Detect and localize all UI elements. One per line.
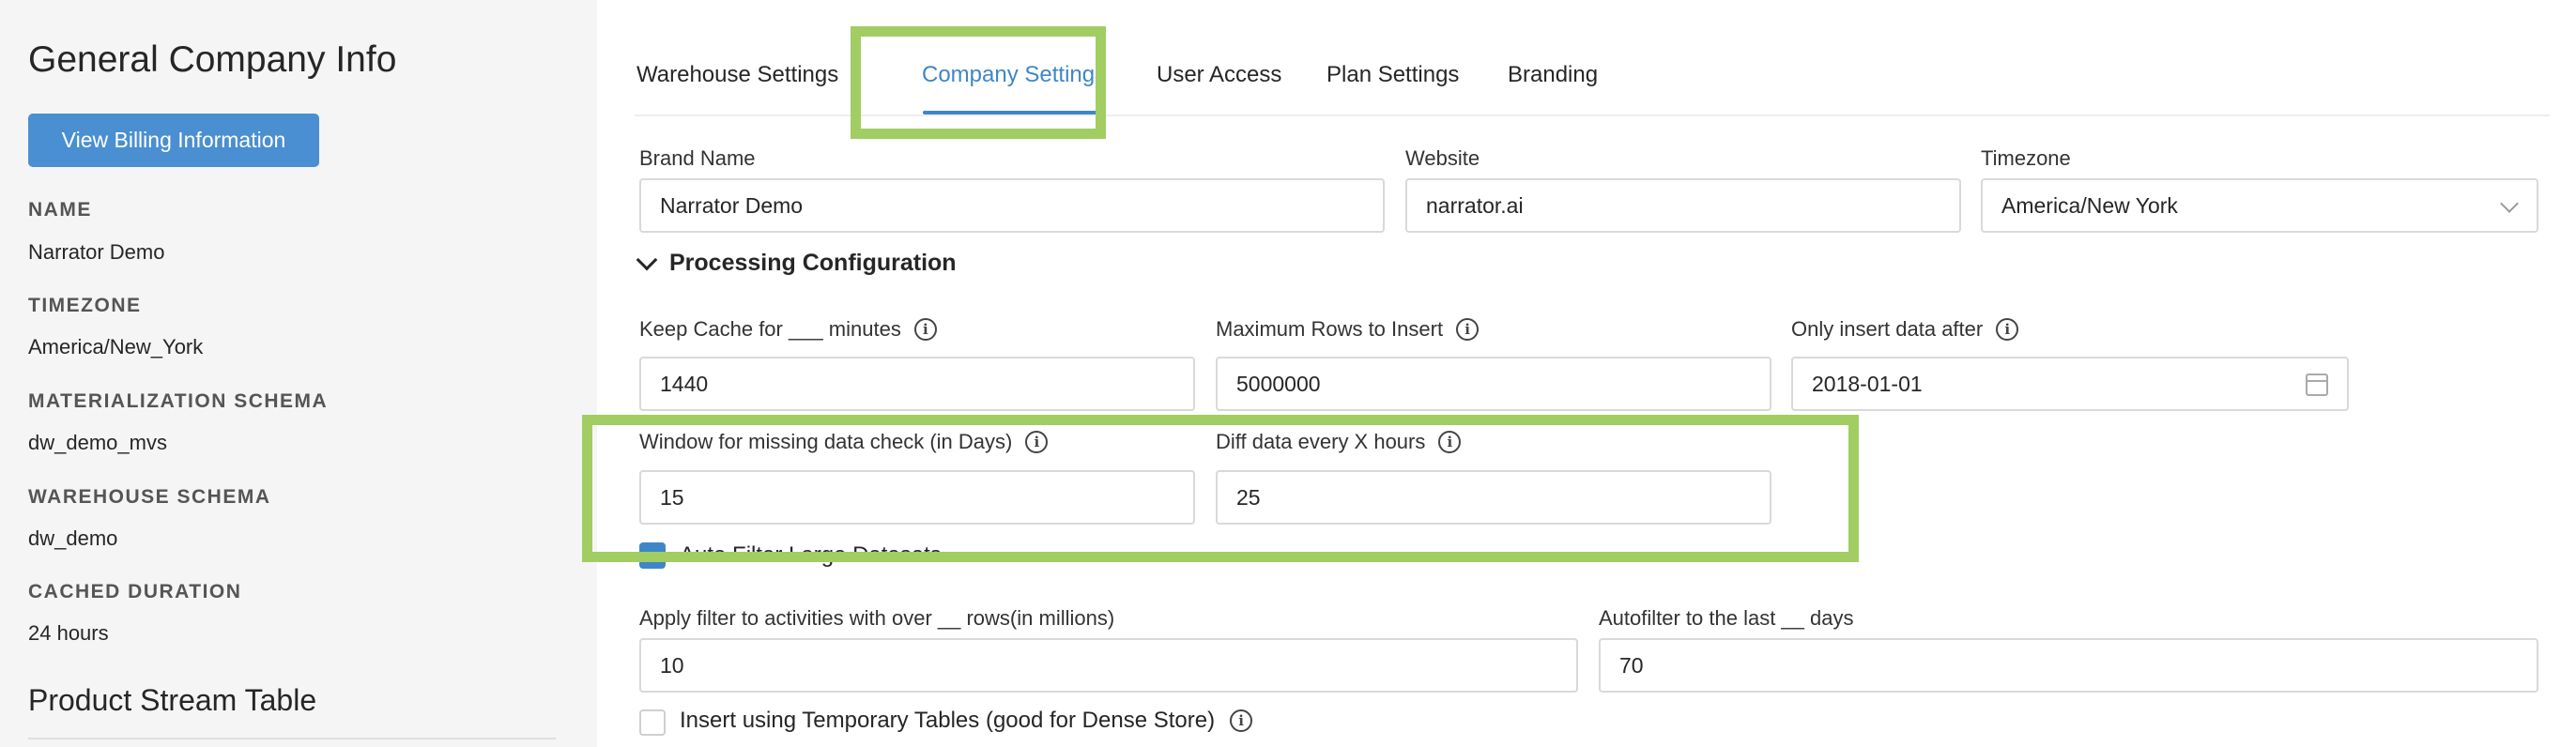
temp-tables-checkbox[interactable] [639,709,666,736]
insert-after-date-input[interactable]: 2018-01-01 [1791,357,2349,411]
brand-name-input[interactable]: Narrator Demo [639,178,1385,233]
keep-cache-label: Keep Cache for ___ minutes i [639,317,937,342]
website-label: Website [1405,146,1480,170]
info-label-cached-duration: CACHED DURATION [28,581,242,602]
keep-cache-input[interactable]: 1440 [639,357,1195,411]
processing-config-toggle[interactable]: Processing Configuration [636,249,957,277]
info-label-materialization-schema: MATERIALIZATION SCHEMA [28,390,329,412]
timezone-select[interactable]: America/New York [1981,178,2538,233]
max-rows-input[interactable]: 5000000 [1216,357,1771,411]
settings-tabs: Warehouse Settings Company Settings User… [635,0,2550,116]
website-input[interactable]: narrator.ai [1405,178,1961,233]
tab-warehouse-settings[interactable]: Warehouse Settings [636,62,838,88]
autofilter-days-label: Autofilter to the last __ days [1599,606,1854,630]
tab-user-access[interactable]: User Access [1157,62,1281,88]
chevron-down-icon [2500,194,2519,213]
temp-tables-label: Insert using Temporary Tables (good for … [680,708,1253,734]
info-icon[interactable]: i [1996,318,2019,341]
info-value-timezone: America/New_York [28,335,204,358]
processing-config-title: Processing Configuration [669,250,957,276]
insert-after-label: Only insert data after i [1791,317,2019,342]
info-label-timezone: TIMEZONE [28,295,142,316]
timezone-label: Timezone [1981,146,2071,170]
info-value-warehouse-schema: dw_demo [28,526,118,550]
tab-plan-settings[interactable]: Plan Settings [1326,62,1459,88]
sidebar-title: General Company Info [28,39,397,80]
apply-filter-input[interactable]: 10 [639,638,1578,693]
info-label-warehouse-schema: WAREHOUSE SCHEMA [28,486,271,508]
calendar-icon[interactable] [2306,374,2328,396]
product-stream-title: Product Stream Table [28,683,317,717]
autofilter-days-input[interactable]: 70 [1599,638,2538,693]
info-value-name: Narrator Demo [28,240,165,264]
brand-name-label: Brand Name [639,146,756,170]
sidebar: General Company Info View Billing Inform… [0,0,597,747]
auto-filter-label: Auto Filter Large Datasets [680,542,942,568]
info-icon[interactable]: i [1438,431,1462,453]
apply-filter-label: Apply filter to activities with over __ … [639,606,1115,630]
sidebar-divider [28,738,556,739]
missing-window-input[interactable]: 15 [639,470,1195,525]
diff-hours-label: Diff data every X hours i [1216,430,1462,454]
chevron-down-icon [636,249,658,270]
active-tab-indicator [923,111,1101,114]
info-label-name: NAME [28,199,92,221]
tab-branding[interactable]: Branding [1508,62,1598,88]
info-icon[interactable]: i [1230,709,1253,732]
missing-window-label: Window for missing data check (in Days) … [639,430,1049,454]
info-icon[interactable]: i [1025,431,1049,453]
timezone-select-value: America/New York [2001,192,2178,218]
max-rows-label: Maximum Rows to Insert i [1216,317,1480,342]
info-value-cached-duration: 24 hours [28,621,109,645]
view-billing-button[interactable]: View Billing Information [28,114,319,167]
info-value-materialization-schema: dw_demo_mvs [28,431,167,454]
info-icon[interactable]: i [913,318,937,341]
auto-filter-checkbox[interactable] [639,542,666,569]
info-icon[interactable]: i [1456,318,1480,341]
insert-after-value: 2018-01-01 [1812,371,1923,396]
diff-hours-input[interactable]: 25 [1216,470,1771,525]
tab-company-settings[interactable]: Company Settings [922,62,1106,88]
